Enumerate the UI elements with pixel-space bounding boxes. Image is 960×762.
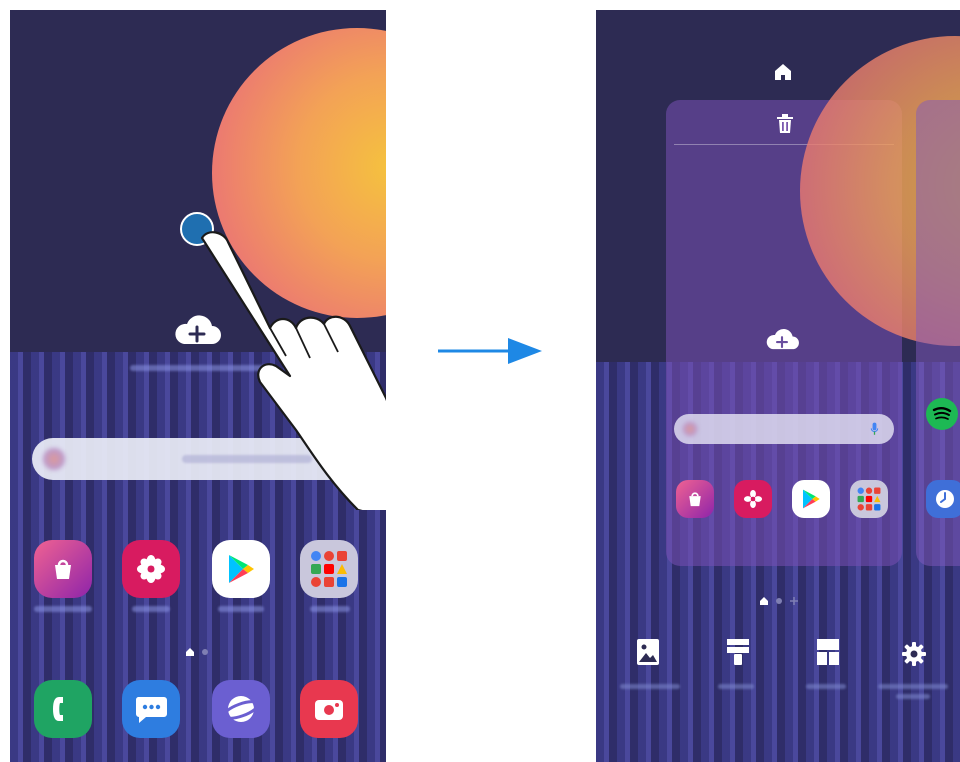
widgets-label: [806, 684, 846, 689]
page-indicator[interactable]: [760, 597, 798, 605]
right-edit-mode-screen: [596, 10, 960, 762]
google-folder-icon[interactable]: [850, 480, 888, 518]
app-label: [218, 606, 264, 612]
home-icon[interactable]: [773, 62, 793, 87]
google-icon: [42, 447, 66, 471]
settings-label: [878, 684, 948, 689]
page-dot: [776, 598, 782, 604]
gallery-icon[interactable]: [734, 480, 772, 518]
messages-icon[interactable]: [122, 680, 180, 738]
clock-icon[interactable]: [926, 480, 960, 518]
left-home-screen: [10, 10, 386, 762]
mic-icon[interactable]: [870, 421, 879, 442]
home-page-icon: [760, 597, 768, 605]
camera-icon[interactable]: [300, 680, 358, 738]
cloud-plus-icon[interactable]: [764, 328, 800, 357]
settings-label-line2: [896, 694, 930, 699]
galaxy-store-icon[interactable]: [34, 540, 92, 598]
internet-icon[interactable]: [212, 680, 270, 738]
wallpapers-icon[interactable]: [636, 638, 660, 666]
phone-icon[interactable]: [34, 680, 92, 738]
gallery-icon[interactable]: [122, 540, 180, 598]
next-page-preview[interactable]: [916, 100, 960, 566]
google-folder-icon[interactable]: [300, 540, 358, 598]
transition-arrow-icon: [438, 338, 542, 364]
trash-icon[interactable]: [776, 114, 794, 139]
page-dot: [202, 649, 208, 655]
play-store-icon[interactable]: [212, 540, 270, 598]
wallpapers-label: [620, 684, 680, 689]
app-label: [132, 606, 170, 612]
hand-pointer-icon: [200, 231, 386, 510]
google-search-bar[interactable]: [674, 414, 894, 444]
themes-label: [718, 684, 754, 689]
themes-icon[interactable]: [724, 638, 752, 666]
app-label: [34, 606, 92, 612]
app-label: [310, 606, 350, 612]
settings-icon[interactable]: [900, 640, 928, 668]
play-store-icon[interactable]: [792, 480, 830, 518]
spotify-icon[interactable]: [926, 398, 958, 430]
galaxy-store-icon[interactable]: [676, 480, 714, 518]
home-page-icon: [186, 648, 194, 656]
page-indicator[interactable]: [186, 648, 208, 656]
widgets-icon[interactable]: [814, 638, 842, 666]
add-page-icon[interactable]: [790, 597, 798, 605]
google-icon: [682, 421, 698, 437]
